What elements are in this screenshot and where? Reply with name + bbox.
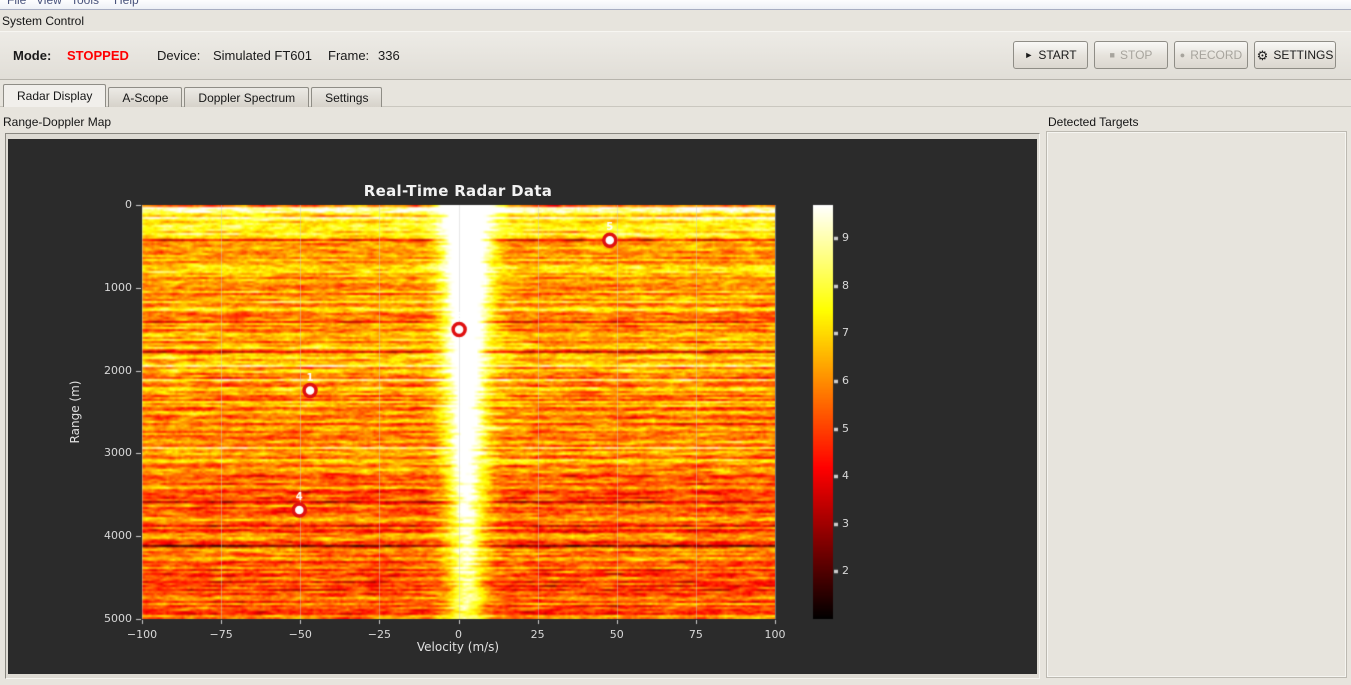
colorbar-tick-label: 2: [842, 564, 849, 578]
gear-icon: ⚙: [1256, 47, 1269, 63]
device-value: Simulated FT601: [213, 48, 312, 63]
frame-value: 336: [378, 48, 400, 63]
record-icon: ●: [1179, 49, 1186, 60]
settings-button-label: SETTINGS: [1273, 48, 1334, 62]
range-doppler-heatmap-canvas[interactable]: [8, 139, 1037, 674]
range-doppler-plot[interactable]: Real-Time Radar Data Velocity (m/s) Rang…: [8, 139, 1037, 674]
colorbar-tick-label: 8: [842, 278, 849, 292]
start-button[interactable]: ► START: [1013, 41, 1088, 69]
range-doppler-panel: Real-Time Radar Data Velocity (m/s) Rang…: [5, 133, 1040, 679]
tab-doppler-spectrum[interactable]: Doppler Spectrum: [184, 87, 310, 107]
mode-label: Mode:: [13, 48, 52, 63]
x-tick-label: −25: [367, 628, 391, 641]
record-button[interactable]: ● RECORD: [1174, 41, 1248, 69]
colorbar-tick-label: 5: [842, 421, 849, 435]
system-control-group-label: System Control: [2, 14, 85, 28]
radar-control-window: File View Tools Help System Control Mode…: [0, 0, 1351, 685]
mode-value: STOPPED: [67, 48, 129, 63]
x-tick-label: 0: [455, 628, 462, 641]
x-tick-label: −50: [288, 628, 312, 641]
menu-bar: File View Tools Help: [0, 0, 1351, 10]
tab-settings[interactable]: Settings: [311, 87, 383, 107]
settings-button[interactable]: ⚙ SETTINGS: [1254, 41, 1336, 69]
frame-label: Frame:: [328, 48, 370, 63]
record-button-label: RECORD: [1190, 48, 1243, 62]
detected-targets-group: ID Range (m) Vel (m/s) Az (°) 12240.9-46…: [1046, 131, 1347, 678]
y-tick-label: 0: [125, 198, 132, 211]
start-button-label: START: [1038, 48, 1077, 62]
x-tick-label: 100: [764, 628, 786, 641]
colorbar-tick-label: 3: [842, 516, 849, 530]
stop-button[interactable]: ■ STOP: [1094, 41, 1168, 69]
colorbar-tick-label: 7: [842, 326, 849, 340]
range-doppler-group-label: Range-Doppler Map: [3, 115, 112, 129]
system-control-toolbar: Mode: STOPPED Device: Simulated FT601 Fr…: [0, 31, 1351, 80]
x-tick-label: −100: [126, 628, 158, 641]
tab-a-scope[interactable]: A-Scope: [108, 87, 183, 107]
colorbar-tick-label: 9: [842, 231, 849, 245]
plot-title: Real-Time Radar Data: [363, 182, 553, 200]
y-tick-label: 1000: [104, 280, 132, 294]
menu-tools[interactable]: Tools: [71, 0, 99, 9]
x-tick-label: −75: [209, 628, 233, 641]
tab-radar-display[interactable]: Radar Display: [3, 84, 107, 107]
detected-targets-group-label: Detected Targets: [1048, 115, 1139, 129]
menu-view[interactable]: View: [36, 0, 62, 9]
stop-icon: ■: [1109, 49, 1115, 60]
tab-bar: Radar Display A-Scope Doppler Spectrum S…: [3, 84, 384, 107]
y-tick-label: 3000: [104, 446, 132, 460]
x-axis-label: Velocity (m/s): [416, 640, 500, 654]
colorbar-tick-label: 4: [842, 469, 849, 483]
y-tick-label: 5000: [104, 612, 132, 625]
menu-help[interactable]: Help: [114, 0, 139, 9]
menu-file[interactable]: File: [7, 0, 26, 9]
y-tick-label: 2000: [104, 363, 132, 377]
x-tick-label: 50: [609, 628, 624, 641]
colorbar-tick-label: 6: [842, 374, 849, 388]
stop-button-label: STOP: [1119, 48, 1153, 62]
device-label: Device:: [157, 48, 201, 63]
y-axis-label: Range (m): [68, 380, 82, 444]
play-icon: ►: [1024, 49, 1034, 60]
x-tick-label: 75: [688, 628, 703, 641]
y-tick-label: 4000: [104, 529, 132, 543]
x-tick-label: 25: [530, 628, 545, 641]
